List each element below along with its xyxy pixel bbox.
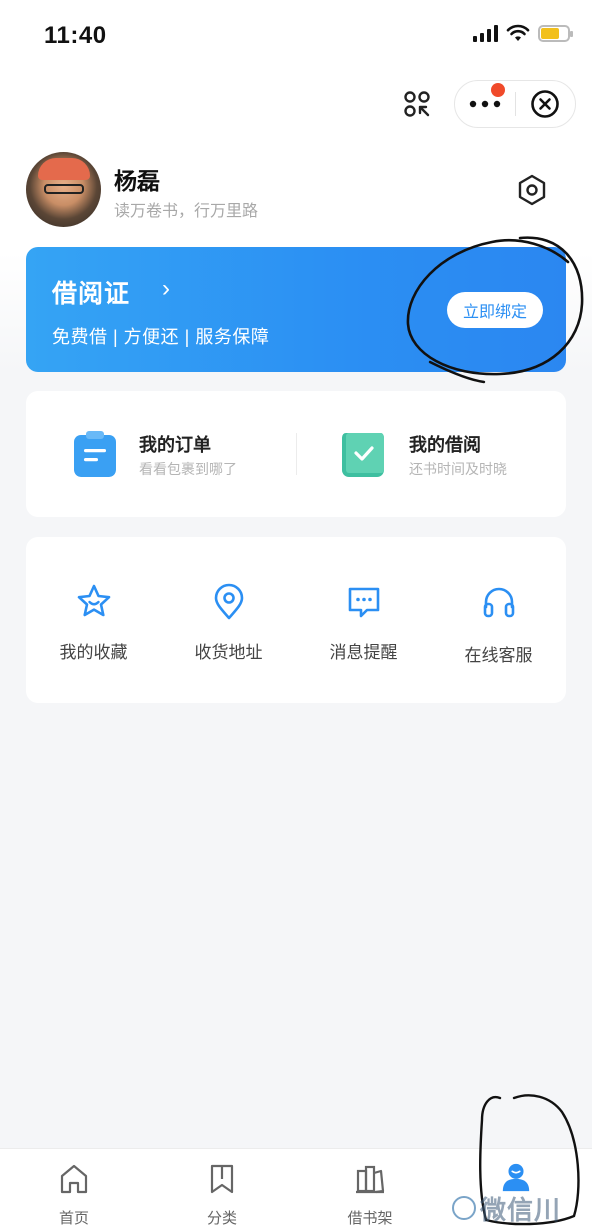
more-dots-icon	[469, 100, 501, 108]
star-icon	[77, 584, 111, 617]
home-icon	[60, 1164, 88, 1194]
bookshelf-icon	[356, 1165, 385, 1194]
orders-panel: 我的订单 看看包裹到哪了 我的借阅 还书时间及时晓	[26, 391, 566, 517]
customer-service-entry[interactable]: 在线客服	[431, 537, 566, 703]
settings-button[interactable]	[512, 170, 552, 210]
customer-service-label: 在线客服	[464, 646, 533, 665]
tab-home[interactable]: 首页	[0, 1149, 148, 1231]
notification-dot	[491, 83, 505, 97]
battery-icon	[538, 24, 573, 42]
library-card-subtitle: 免费借 | 方便还 | 服务保障	[52, 327, 270, 347]
message-icon	[348, 587, 380, 618]
user-motto: 读万卷书，行万里路	[114, 203, 259, 220]
my-borrowing-subtitle: 还书时间及时晓	[409, 461, 507, 477]
messages-label: 消息提醒	[329, 643, 398, 662]
my-orders-entry[interactable]: 我的订单 看看包裹到哪了	[26, 391, 296, 517]
status-bar: 11:40	[0, 0, 592, 72]
tab-home-label: 首页	[58, 1210, 89, 1227]
tab-category-label: 分类	[206, 1210, 237, 1227]
headset-icon	[483, 587, 515, 618]
user-name: 杨磊	[114, 168, 160, 194]
status-icons	[473, 24, 573, 42]
profile-person-icon	[502, 1163, 530, 1192]
bind-now-button[interactable]: 立即绑定	[447, 292, 543, 328]
my-borrowing-entry[interactable]: 我的借阅 还书时间及时晓	[296, 391, 566, 517]
address-entry[interactable]: 收货地址	[161, 537, 296, 703]
status-time: 11:40	[44, 22, 107, 49]
tab-bookshelf[interactable]: 借书架	[296, 1149, 444, 1231]
tab-category[interactable]: 分类	[148, 1149, 296, 1231]
miniprogram-capsule	[454, 80, 576, 128]
settings-hexagon-icon	[518, 174, 546, 206]
signal-icon	[473, 24, 498, 42]
wifi-icon	[506, 24, 530, 41]
borrow-check-icon	[342, 433, 384, 477]
library-card-title: 借阅证	[52, 280, 131, 308]
my-borrowing-title: 我的借阅	[409, 435, 481, 455]
order-list-icon	[74, 431, 116, 477]
scan-button[interactable]	[395, 84, 439, 124]
bottom-tabbar: 首页 分类 借书架	[0, 1148, 592, 1231]
favorites-label: 我的收藏	[59, 643, 128, 662]
close-circle-icon	[531, 90, 560, 118]
quick-actions-panel: 我的收藏 收货地址 消息提醒 在线客服	[26, 537, 566, 703]
location-pin-icon	[214, 583, 244, 620]
more-button[interactable]	[455, 81, 515, 127]
bookmark-icon	[210, 1164, 234, 1194]
avatar[interactable]	[26, 152, 101, 227]
scan-icon	[404, 91, 430, 117]
favorites-entry[interactable]: 我的收藏	[26, 537, 161, 703]
tab-profile[interactable]	[444, 1149, 592, 1231]
library-card-banner[interactable]: 借阅证 › 免费借 | 方便还 | 服务保障 立即绑定	[26, 247, 566, 372]
address-label: 收货地址	[194, 643, 263, 662]
my-orders-subtitle: 看看包裹到哪了	[139, 461, 237, 477]
messages-entry[interactable]: 消息提醒	[296, 537, 431, 703]
tab-bookshelf-label: 借书架	[347, 1210, 393, 1227]
my-orders-title: 我的订单	[139, 435, 211, 455]
chevron-right-icon: ›	[162, 275, 170, 302]
close-button[interactable]	[516, 81, 575, 127]
